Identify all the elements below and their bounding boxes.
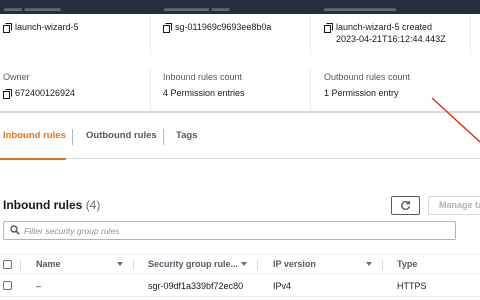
- detail-inbound-count: Inbound rules count 4 Permission entries: [163, 72, 245, 98]
- column-divider: [150, 14, 151, 54]
- tab-outbound-rules[interactable]: Outbound rules: [83, 113, 157, 159]
- column-header-name[interactable]: Name: [36, 255, 61, 274]
- outbound-count-value: 1 Permission entry: [324, 88, 399, 98]
- column-divider: [310, 14, 311, 54]
- row-checkbox[interactable]: [3, 281, 12, 290]
- tab-inbound-rules[interactable]: Inbound rules: [0, 113, 66, 160]
- rules-count: (4): [85, 198, 101, 212]
- select-all-checkbox[interactable]: [3, 260, 12, 269]
- cut-off-label: ▬▬ ▬▬▬▬: [4, 3, 61, 13]
- sort-caret-icon[interactable]: [241, 262, 247, 266]
- column-header-type[interactable]: Type: [397, 255, 417, 274]
- detail-name: launch-wizard-5: [3, 22, 79, 33]
- copy-icon[interactable]: [3, 23, 12, 33]
- detail-group-id: sg-011969c9693ee8b0a: [163, 22, 272, 33]
- manage-tags-button[interactable]: Manage tags: [428, 196, 480, 215]
- detail-outbound-count: Outbound rules count 1 Permission entry: [324, 72, 410, 98]
- sort-caret-icon[interactable]: [366, 262, 372, 266]
- cut-off-label: ▬▬▬▬▬▬▬▬: [324, 3, 396, 13]
- cell-ip-version: IPv4: [273, 281, 292, 291]
- panel-title-text: Inbound rules: [3, 198, 83, 212]
- description-timestamp: 2023-04-21T16:12:44.443Z: [336, 34, 446, 44]
- copy-icon[interactable]: [3, 89, 12, 99]
- inbound-rules-panel: Inbound rules (4) Manage tags Name Secur…: [0, 160, 480, 300]
- rules-tabs: Inbound rules Outbound rules Tags: [0, 113, 480, 160]
- cut-off-label: ▬▬▬▬▬ ▬▬: [164, 3, 230, 13]
- filter-search: [3, 221, 456, 240]
- cell-type: HTTPS: [397, 281, 427, 291]
- description-text: launch-wizard-5 created: [336, 22, 433, 32]
- security-group-id: sg-011969c9693ee8b0a: [175, 22, 272, 32]
- security-group-name: launch-wizard-5: [15, 22, 79, 32]
- cell-rule-id[interactable]: sgr-09df1a339bf72ec80: [148, 275, 243, 297]
- tab-separator: [163, 129, 164, 145]
- column-separator: [382, 260, 383, 270]
- sort-caret-icon[interactable]: [117, 262, 123, 266]
- tab-tags[interactable]: Tags: [173, 113, 197, 159]
- column-header-rule-id[interactable]: Security group rule...: [148, 255, 238, 274]
- security-group-details: launch-wizard-5 sg-011969c9693ee8b0a lau…: [0, 14, 480, 111]
- owner-value: 672400126924: [15, 88, 76, 98]
- refresh-icon: [401, 200, 411, 210]
- inbound-count-label: Inbound rules count: [163, 72, 243, 82]
- refresh-button[interactable]: [391, 196, 420, 215]
- table-row[interactable]: – sgr-09df1a339bf72ec80 IPv4 HTTPS: [0, 275, 480, 297]
- detail-owner: Owner 672400126924: [3, 72, 76, 99]
- copy-icon[interactable]: [324, 23, 333, 33]
- column-divider: [150, 69, 151, 111]
- top-bar: ▬▬ ▬▬▬▬ ▬▬▬▬▬ ▬▬ ▬▬▬▬▬▬▬▬: [0, 0, 480, 14]
- owner-label: Owner: [3, 72, 30, 82]
- detail-description: launch-wizard-5 created 2023-04-21T16:12…: [324, 22, 446, 44]
- panel-title: Inbound rules (4): [3, 198, 100, 212]
- copy-icon[interactable]: [163, 23, 172, 33]
- search-icon: [10, 225, 20, 235]
- table-header: Name Security group rule... IP version T…: [0, 254, 480, 274]
- column-separator: [20, 260, 21, 270]
- inbound-count-value: 4 Permission entries: [163, 88, 245, 98]
- column-separator: [133, 260, 134, 270]
- column-divider: [470, 14, 471, 54]
- outbound-count-label: Outbound rules count: [324, 72, 411, 82]
- column-header-ip-version[interactable]: IP version: [273, 255, 316, 274]
- cell-name: –: [36, 281, 42, 291]
- tab-separator: [72, 129, 73, 145]
- filter-input[interactable]: [24, 223, 444, 238]
- column-separator: [257, 260, 258, 270]
- column-divider: [310, 69, 311, 111]
